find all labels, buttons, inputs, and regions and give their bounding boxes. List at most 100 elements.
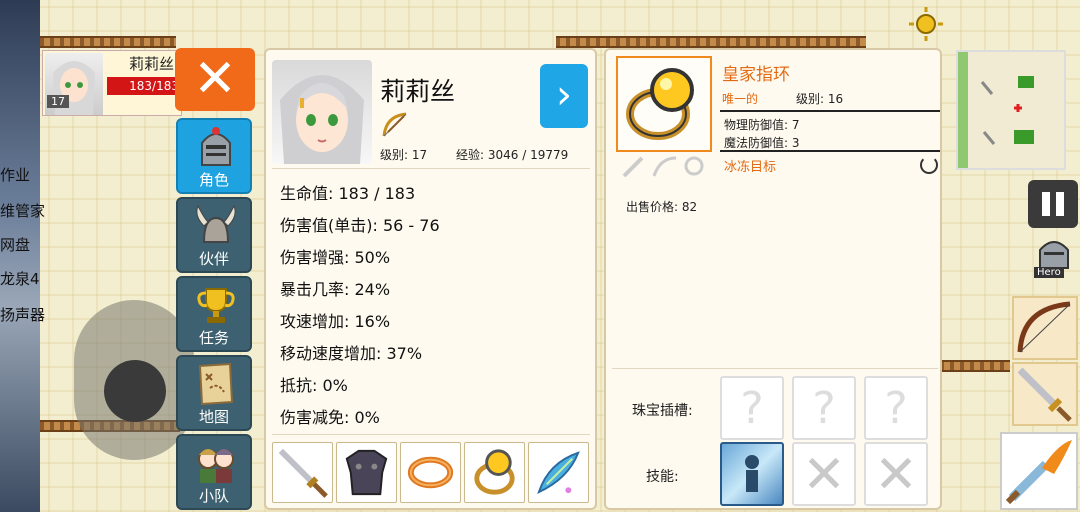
next-character-button[interactable]: › (540, 64, 588, 128)
stat-hp: 生命值: 183 / 183 (280, 184, 416, 203)
equipment-row (272, 442, 592, 504)
item-stat-physical-defense: 物理防御值: 7 (724, 118, 800, 132)
quick-slot-bow[interactable] (1012, 296, 1078, 360)
joystick-knob[interactable] (104, 360, 166, 422)
close-icon: ✕ (193, 49, 237, 109)
party-icon (198, 449, 234, 483)
hero-status-card[interactable]: 莉莉丝 183/183 17 (42, 50, 183, 116)
stat-resistance: 抵抗: 0% (280, 376, 348, 395)
item-rarity: 唯一的 (722, 92, 759, 106)
stat-move-speed: 移动速度增加: 37% (280, 344, 423, 363)
fence (40, 36, 176, 48)
equip-slot-bracelet[interactable] (400, 442, 461, 503)
pause-icon (1042, 192, 1050, 216)
hero-hp-bar: 183/183 (107, 77, 183, 95)
stat-attack-speed: 攻速增加: 16% (280, 312, 391, 331)
item-detail-panel: 皇家指环 唯一的 级别: 16 物理防御值: 7 魔法防御值: 3 冰冻目标 出… (604, 48, 942, 510)
character-panel: 莉莉丝 › 级别: 17 经验: 3046 / 19779 生命值: 183 /… (264, 48, 597, 510)
desktop-background (0, 0, 40, 512)
hero-button[interactable]: Hero (1030, 234, 1078, 278)
character-name: 莉莉丝 (380, 77, 456, 106)
bow-icon (1017, 301, 1071, 353)
refresh-icon[interactable] (920, 156, 938, 174)
sell-price: 出售价格: 82 (626, 200, 698, 214)
tab-label: 角色 (198, 171, 229, 189)
skill-slot-locked[interactable]: ✕ (792, 442, 856, 506)
gem-slot[interactable]: ? (720, 376, 784, 440)
gem-slot[interactable]: ? (864, 376, 928, 440)
close-button[interactable]: ✕ (175, 48, 255, 111)
tab-label: 地图 (198, 408, 229, 426)
crossed-swords-icon: ✕ (802, 445, 846, 505)
pause-button[interactable] (1028, 180, 1078, 228)
bracelet-icon (407, 456, 454, 489)
pause-icon (1056, 192, 1064, 216)
chevron-right-icon: › (556, 72, 572, 118)
map-scroll-icon (198, 362, 234, 406)
equip-slot-charm[interactable] (528, 442, 589, 503)
desktop-label: 龙泉4 (0, 270, 40, 288)
tab-party[interactable]: 小队 (176, 434, 252, 510)
desktop-label: 维管家 (0, 202, 46, 220)
knight-helmet-icon (201, 127, 231, 166)
flaming-sword-icon (1005, 440, 1072, 505)
knight-helmet-icon (1039, 241, 1069, 269)
character-exp: 经验: 3046 / 19779 (456, 148, 569, 162)
divider (272, 434, 590, 435)
frozen-figure-icon (745, 455, 759, 492)
trophy-icon (197, 288, 235, 323)
tab-companions[interactable]: 伙伴 (176, 197, 252, 273)
quick-slot-sword[interactable] (1012, 362, 1078, 426)
sword-icon (1017, 367, 1072, 422)
desktop-label: 扬声器 (0, 306, 46, 324)
item-icon-frame (616, 56, 712, 152)
item-level: 级别: 16 (796, 92, 844, 106)
equip-slot-weapon[interactable] (272, 442, 333, 503)
equip-slot-ring[interactable] (464, 442, 525, 503)
tab-map[interactable]: 地图 (176, 355, 252, 431)
gem-slots-label: 珠宝插槽: (632, 403, 693, 419)
ring-icon (474, 449, 515, 495)
gem-slot[interactable]: ? (792, 376, 856, 440)
skill-slot-freeze[interactable] (720, 442, 784, 506)
tab-label: 小队 (198, 487, 229, 505)
item-name: 皇家指环 (722, 65, 790, 85)
character-portrait (272, 60, 372, 164)
stat-damage-reduction: 伤害减免: 0% (280, 408, 380, 427)
fence (556, 36, 866, 48)
stat-damage-boost: 伤害增强: 50% (280, 248, 391, 267)
item-set-icons (622, 156, 704, 178)
sun-icon[interactable] (908, 6, 944, 42)
desktop-label: 网盘 (0, 236, 31, 254)
item-stat-magic-defense: 魔法防御值: 3 (724, 136, 800, 150)
skill-slot-locked[interactable]: ✕ (864, 442, 928, 506)
equip-slot-armor[interactable] (336, 442, 397, 503)
attack-button[interactable] (1000, 432, 1078, 510)
stat-damage: 伤害值(单击): 56 - 76 (280, 216, 440, 235)
divider (272, 168, 590, 169)
divider (720, 150, 940, 152)
tab-quests[interactable]: 任务 (176, 276, 252, 352)
horned-helmet-icon (196, 204, 236, 243)
question-mark-icon: ? (812, 383, 836, 434)
stat-crit-chance: 暴击几率: 24% (280, 280, 391, 299)
armor-icon (345, 449, 388, 496)
item-effect: 冰冻目标 (724, 160, 777, 175)
hero-button-label: Hero (1034, 267, 1064, 278)
skills-label: 技能: (646, 469, 679, 485)
hero-level-badge: 17 (47, 95, 69, 108)
feather-charm-icon (537, 451, 580, 495)
divider (612, 368, 938, 369)
tab-character[interactable]: 角色 (176, 118, 252, 194)
minimap[interactable] (956, 50, 1066, 170)
question-mark-icon: ? (740, 383, 764, 434)
hero-name: 莉莉丝 (129, 55, 175, 73)
fence (940, 360, 1010, 372)
tab-label: 任务 (198, 329, 229, 347)
tab-label: 伙伴 (198, 250, 229, 268)
divider (720, 110, 940, 112)
ring-icon (626, 68, 694, 140)
bow-icon (382, 112, 407, 137)
crossed-swords-icon: ✕ (874, 445, 918, 505)
desktop-label: 作业 (0, 166, 31, 184)
